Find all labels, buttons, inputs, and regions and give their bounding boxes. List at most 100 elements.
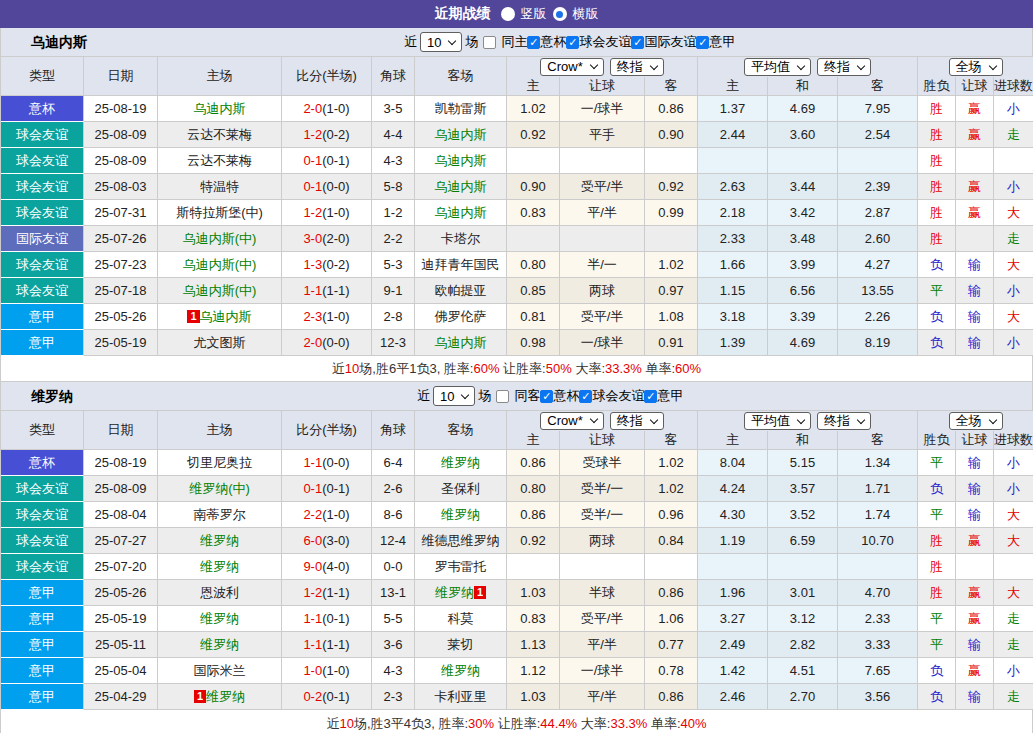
- handicap-line: 一/球半: [560, 330, 645, 356]
- team-link: 佛罗伦萨: [435, 309, 487, 324]
- team-name: 乌迪内斯: [31, 28, 87, 56]
- home-odds: 0.83: [507, 606, 560, 632]
- match-date: 25-07-27: [84, 528, 158, 554]
- same-home-label: 同主: [501, 33, 527, 51]
- match-type: 国际友谊: [1, 226, 84, 252]
- league-checkbox-club-friendly[interactable]: [566, 36, 579, 49]
- handicap-result: [956, 226, 994, 252]
- corner-score: 9-1: [372, 278, 415, 304]
- match-result: 负: [918, 252, 956, 278]
- match-date: 25-04-29: [84, 684, 158, 710]
- avg-home-odds: 8.04: [698, 450, 768, 476]
- col-type: 类型: [1, 57, 84, 96]
- odds-time-select[interactable]: 终指: [610, 412, 664, 430]
- horizontal-layout-radio[interactable]: [553, 7, 567, 21]
- away-team: 维罗纳: [415, 502, 507, 528]
- match-date: 25-08-09: [84, 148, 158, 174]
- away-team: 佛罗伦萨: [415, 304, 507, 330]
- fulltime-score: 1-2: [303, 585, 322, 600]
- handicap-result: 输: [956, 252, 994, 278]
- col-away-odds: 客: [645, 77, 698, 96]
- league-label: 球会友谊: [592, 387, 644, 405]
- match-type: 球会友谊: [1, 200, 84, 226]
- goals-result: 走: [994, 226, 1033, 252]
- handicap-result: 赢: [956, 580, 994, 606]
- team-link: 罗韦雷托: [435, 559, 487, 574]
- home-odds: 0.92: [507, 122, 560, 148]
- home-odds: [507, 148, 560, 174]
- matches-table: 类型 日期 主场 比分(半场) 角球 客场 Crow*终指 平均值终指 全场 主…: [0, 56, 1033, 356]
- avg-home-odds: 4.30: [698, 502, 768, 528]
- team-link: 乌迪内斯(中): [183, 231, 257, 246]
- league-checkbox-serie-a[interactable]: [644, 390, 657, 403]
- home-team: 南蒂罗尔: [158, 502, 282, 528]
- handicap-result: 输: [956, 476, 994, 502]
- vertical-layout-radio[interactable]: [501, 7, 515, 21]
- avg-time-select[interactable]: 终指: [817, 58, 871, 76]
- same-away-label: 同客: [514, 387, 540, 405]
- handicap-line: 受平/半: [560, 304, 645, 330]
- near-label: 近: [417, 387, 430, 405]
- match-count-select[interactable]: 10: [420, 32, 462, 52]
- home-team: 特温特: [158, 174, 282, 200]
- halftime-score: (2-0): [322, 231, 349, 246]
- same-home-checkbox[interactable]: [483, 36, 496, 49]
- col-avg-draw: 和: [768, 77, 838, 96]
- col-away: 客场: [415, 411, 507, 450]
- match-count-select[interactable]: 10: [433, 386, 475, 406]
- league-checkbox-club-friendly[interactable]: [579, 390, 592, 403]
- away-odds: 0.96: [645, 502, 698, 528]
- match-score: 6-0(3-0): [282, 528, 372, 554]
- match-row: 球会友谊25-08-03特温特0-1(0-0)5-8乌迪内斯0.90受平/半0.…: [1, 174, 1033, 200]
- league-checkbox-coppa[interactable]: [527, 36, 540, 49]
- fulltime-score: 0-1: [303, 481, 322, 496]
- stats-summary: 近10场,胜3平4负3, 胜率:30% 让胜率:44.4% 大率:33.3% 单…: [0, 710, 1033, 733]
- summary-text: 场,胜3平4负3, 胜率:: [354, 716, 468, 731]
- league-checkbox-coppa[interactable]: [540, 390, 553, 403]
- league-label: 国际友谊: [644, 33, 696, 51]
- scope-select[interactable]: 全场: [949, 58, 1003, 76]
- avg-time-select[interactable]: 终指: [817, 412, 871, 430]
- odds-provider-select[interactable]: Crow*: [540, 58, 603, 76]
- away-team: 乌迪内斯: [415, 330, 507, 356]
- team-link: 维罗纳: [200, 611, 239, 626]
- fulltime-score: 2-2: [303, 507, 322, 522]
- col-home-odds: 主: [507, 77, 560, 96]
- goals-result: 大: [994, 580, 1033, 606]
- match-type: 球会友谊: [1, 528, 84, 554]
- home-team: 乌迪内斯(中): [158, 278, 282, 304]
- unit-label: 场: [478, 387, 491, 405]
- avg-home-odds: [698, 148, 768, 174]
- avg-away-odds: 3.56: [838, 684, 918, 710]
- avg-provider-select[interactable]: 平均值: [744, 58, 811, 76]
- match-type: 球会友谊: [1, 122, 84, 148]
- league-checkbox-intl-friendly[interactable]: [631, 36, 644, 49]
- corner-score: 13-1: [372, 580, 415, 606]
- avg-home-odds: 1.66: [698, 252, 768, 278]
- odds-time-select[interactable]: 终指: [610, 58, 664, 76]
- away-odds: 0.86: [645, 684, 698, 710]
- goals-result: 大: [994, 304, 1033, 330]
- same-away-checkbox[interactable]: [496, 390, 509, 403]
- avg-provider-select[interactable]: 平均值: [744, 412, 811, 430]
- corner-score: 5-5: [372, 606, 415, 632]
- odds-provider-select[interactable]: Crow*: [540, 412, 603, 430]
- home-odds: 0.80: [507, 252, 560, 278]
- scope-select[interactable]: 全场: [949, 412, 1003, 430]
- handicap-line: [560, 226, 645, 252]
- league-checkbox-serie-a[interactable]: [696, 36, 709, 49]
- match-result: 胜: [918, 148, 956, 174]
- summary-text: 让胜率:: [494, 716, 540, 731]
- handicap-line: 平/半: [560, 684, 645, 710]
- handicap-result: 输: [956, 330, 994, 356]
- handicap-line: 受半/一: [560, 476, 645, 502]
- team-link: 维罗纳: [441, 663, 480, 678]
- col-avg-away: 客: [838, 77, 918, 96]
- match-result: 平: [918, 278, 956, 304]
- team-link: 乌迪内斯: [435, 205, 487, 220]
- team-link: 乌迪内斯(中): [183, 283, 257, 298]
- home-team: 云达不莱梅: [158, 122, 282, 148]
- away-team: 科莫: [415, 606, 507, 632]
- fulltime-score: 1-1: [303, 455, 322, 470]
- avg-away-odds: 2.33: [838, 606, 918, 632]
